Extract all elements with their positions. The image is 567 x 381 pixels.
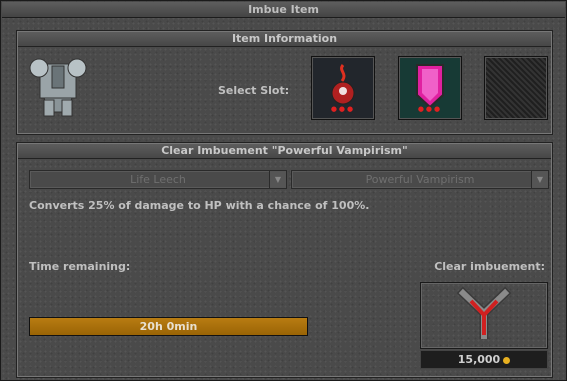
imbuement-description: Converts 25% of damage to HP with a chan… <box>29 199 370 212</box>
clear-imbuement-label: Clear imbuement: <box>434 260 545 273</box>
item-information-panel: Item Information Select Slot: ●●● ●●● <box>16 30 553 135</box>
chevron-down-icon: ▼ <box>531 171 548 188</box>
imbue-window: Imbue Item Item Information Select Slot: <box>0 0 567 381</box>
window-title: Imbue Item <box>2 2 565 18</box>
item-information-header: Item Information <box>18 32 551 47</box>
life-leech-slot[interactable]: ●●● <box>311 56 375 120</box>
slot-1-level-dots: ●●● <box>330 105 356 113</box>
imbuement-type-dropdown[interactable]: Life Leech ▼ <box>29 170 287 189</box>
slot-2-level-dots: ●●● <box>417 105 443 113</box>
clear-imbuement-button[interactable] <box>420 282 548 349</box>
select-slot-label: Select Slot: <box>218 84 290 97</box>
armor-item-icon <box>26 54 90 122</box>
time-remaining-label: Time remaining: <box>29 260 131 273</box>
time-remaining-value: 20h 0min <box>139 320 198 333</box>
chevron-down-icon: ▼ <box>269 171 286 188</box>
pink-shield-slot[interactable]: ●●● <box>398 56 462 120</box>
clear-imbuement-icon <box>456 286 512 339</box>
empty-slot[interactable] <box>484 56 548 120</box>
imbuement-level-value: Powerful Vampirism <box>365 173 475 186</box>
imbuement-type-value: Life Leech <box>130 173 186 186</box>
clear-cost: 15,000 <box>420 350 548 369</box>
imbuement-level-dropdown[interactable]: Powerful Vampirism ▼ <box>291 170 549 189</box>
clear-imbuement-header: Clear Imbuement "Powerful Vampirism" <box>18 144 551 159</box>
clear-cost-value: 15,000 <box>457 353 501 366</box>
gold-coin-icon <box>503 356 511 364</box>
time-remaining-bar: 20h 0min <box>29 317 308 336</box>
